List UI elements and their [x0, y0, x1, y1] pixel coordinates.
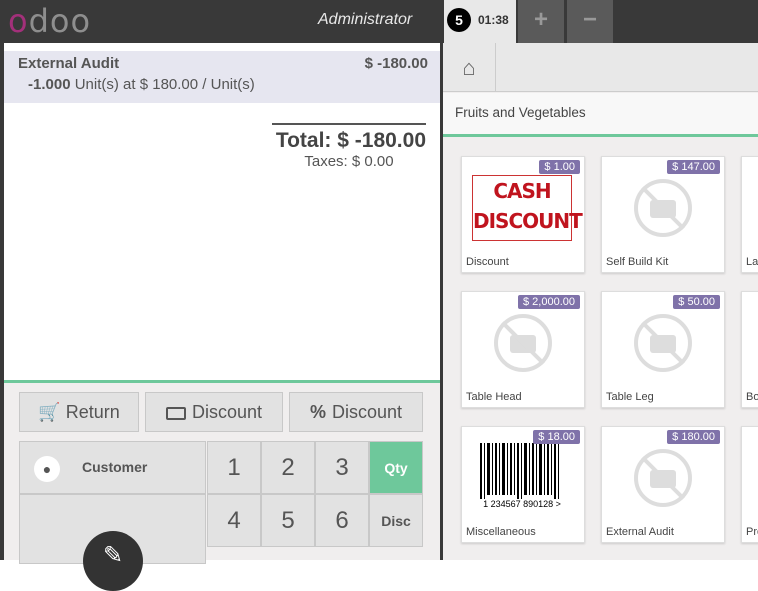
- top-bar: odoo Administrator 5 01:38 + −: [0, 0, 758, 43]
- product-name: Bo: [746, 391, 758, 403]
- cart-icon: 🛒: [38, 402, 61, 422]
- order-line-qty: -1.000: [28, 76, 71, 93]
- product-card[interactable]: 1 234567 890128 > $ 18.00 Miscellaneous: [461, 426, 585, 543]
- numpad-2[interactable]: 2: [261, 441, 315, 494]
- order-line-product: External Audit: [18, 55, 120, 72]
- product-name: External Audit: [606, 526, 674, 538]
- mode-qty[interactable]: Qty: [369, 441, 423, 494]
- barcode-image: 1 234567 890128 >: [480, 443, 561, 509]
- product-screen: ⌂ Fruits and Vegetables CASH DISCOUNT $ …: [443, 43, 758, 560]
- product-name: Table Leg: [606, 391, 654, 403]
- order-tab-selected[interactable]: 5 01:38: [444, 0, 516, 43]
- order-line-info: -1.000 Unit(s) at $ 180.00 / Unit(s): [28, 76, 255, 93]
- svg-text:1 234567 890128 >: 1 234567 890128 >: [483, 499, 561, 509]
- no-image-icon: [634, 314, 692, 372]
- product-name: Miscellaneous: [466, 526, 536, 538]
- user-icon: ●: [34, 456, 60, 482]
- customer-button[interactable]: ● Customer: [19, 441, 206, 494]
- price-tag: $ 180.00: [667, 430, 720, 444]
- odoo-logo: odoo: [8, 2, 92, 40]
- price-tag: $ 1.00: [539, 160, 580, 174]
- order-number-badge: 5: [447, 8, 471, 32]
- category-label[interactable]: Fruits and Vegetables: [455, 105, 586, 120]
- price-tag: $ 2,000.00: [518, 295, 580, 309]
- percent-icon: %: [309, 402, 326, 422]
- remove-order-button[interactable]: −: [567, 0, 613, 43]
- product-card[interactable]: Lap: [741, 156, 758, 273]
- fixed-discount-button[interactable]: Discount: [145, 392, 283, 432]
- product-name: Lap: [746, 256, 758, 268]
- numpad-5[interactable]: 5: [261, 494, 315, 547]
- order-total: Total: $ -180.00: [275, 129, 426, 152]
- product-card[interactable]: $ 50.00 Table Leg: [601, 291, 725, 408]
- product-card[interactable]: $ 2,000.00 Table Head: [461, 291, 585, 408]
- product-name: Discount: [466, 256, 509, 268]
- action-pad: 🛒 Return Discount % Discount ● Customer ✎…: [4, 380, 440, 591]
- username[interactable]: Administrator: [318, 11, 412, 29]
- product-name: Table Head: [466, 391, 522, 403]
- breadcrumb-bar: ⌂: [443, 43, 758, 92]
- product-card[interactable]: Pro: [741, 426, 758, 543]
- order-line-unit-info: Unit(s) at $ 180.00 / Unit(s): [74, 76, 255, 93]
- percent-discount-button[interactable]: % Discount: [289, 392, 423, 432]
- price-tag: $ 50.00: [673, 295, 720, 309]
- payment-button[interactable]: ✎: [19, 494, 206, 591]
- no-image-icon: [494, 314, 552, 372]
- price-tag: $ 147.00: [667, 160, 720, 174]
- home-icon[interactable]: ⌂: [443, 43, 496, 92]
- order-line[interactable]: External Audit $ -180.00 -1.000 Unit(s) …: [4, 51, 440, 103]
- money-icon: [165, 406, 186, 420]
- price-tag: $ 18.00: [533, 430, 580, 444]
- numpad-4[interactable]: 4: [207, 494, 261, 547]
- order-pane: External Audit $ -180.00 -1.000 Unit(s) …: [0, 43, 443, 591]
- order-summary: Total: $ -180.00 Taxes: $ 0.00: [272, 123, 426, 170]
- return-button[interactable]: 🛒 Return: [19, 392, 139, 432]
- cash-discount-image: CASH DISCOUNT: [472, 175, 583, 241]
- customer-label: Customer: [82, 459, 148, 475]
- product-card[interactable]: Bo: [741, 291, 758, 408]
- add-order-button[interactable]: +: [518, 0, 564, 43]
- numpad-6[interactable]: 6: [315, 494, 369, 547]
- numpad-1[interactable]: 1: [207, 441, 261, 494]
- product-name: Pro: [746, 526, 758, 538]
- order-time: 01:38: [478, 13, 509, 27]
- product-name: Self Build Kit: [606, 256, 669, 268]
- mode-disc[interactable]: Disc: [369, 494, 423, 547]
- no-image-icon: [634, 179, 692, 237]
- numpad-3[interactable]: 3: [315, 441, 369, 494]
- order-taxes: Taxes: $ 0.00: [304, 153, 394, 170]
- product-card[interactable]: $ 180.00 External Audit: [601, 426, 725, 543]
- no-image-icon: [634, 449, 692, 507]
- order-line-price: $ -180.00: [364, 55, 428, 72]
- product-card[interactable]: $ 147.00 Self Build Kit: [601, 156, 725, 273]
- pencil-icon: ✎: [83, 531, 143, 591]
- product-card[interactable]: CASH DISCOUNT $ 1.00 Discount: [461, 156, 585, 273]
- category-bar: Fruits and Vegetables: [443, 93, 758, 137]
